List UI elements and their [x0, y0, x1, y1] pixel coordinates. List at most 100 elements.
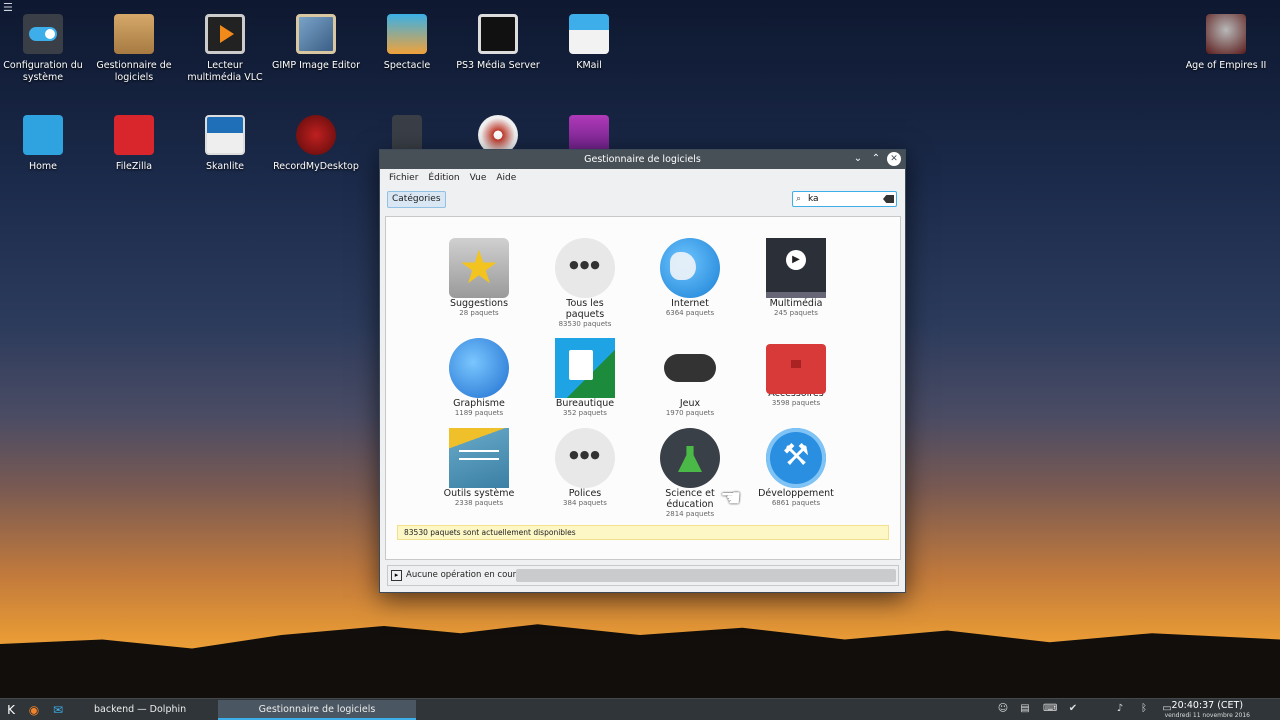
desktop-icon-label: Skanlite [205, 161, 245, 172]
hammer-icon [766, 428, 826, 488]
desktop-icon-label: Gestionnaire de logiciels [96, 60, 172, 83]
star-icon [449, 238, 509, 298]
category-count: 6364 paquets [665, 309, 715, 317]
globe-icon [660, 238, 720, 298]
category-name: Outils système [443, 488, 515, 499]
operation-icon[interactable]: ▸ [391, 570, 402, 581]
menu-aide[interactable]: Aide [496, 173, 516, 185]
operation-progress-bar [516, 569, 896, 582]
category-jeux[interactable]: Jeux 1970 paquets [638, 338, 742, 418]
window-titlebar[interactable]: Gestionnaire de logiciels ⌄ ⌃ ✕ [380, 150, 905, 169]
category-name: Bureautique [555, 398, 615, 409]
desktop-icon-label: FileZilla [115, 161, 153, 172]
category-graphisme[interactable]: Graphisme 1189 paquets [427, 338, 531, 418]
desktop-icon-recordmydesktop[interactable]: RecordMyDesktop [270, 115, 362, 173]
category-polices[interactable]: Polices 384 paquets [533, 428, 637, 508]
device-icon[interactable]: ⌨ [1043, 702, 1057, 716]
desktop-icon-label: Configuration du système [3, 60, 83, 83]
desktop-icon-filezilla[interactable]: FileZilla [88, 115, 180, 173]
vlc-player-icon [205, 14, 245, 54]
clock-time: 20:40:37 (CET) [1171, 700, 1244, 711]
clipboard-icon[interactable]: ▤ [1018, 702, 1032, 716]
category-name: Suggestions [449, 298, 509, 309]
mail-icon [569, 14, 609, 54]
clear-search-icon[interactable] [883, 195, 894, 203]
category-count: 384 paquets [563, 499, 607, 507]
desktop-icon-software-manager[interactable]: Gestionnaire de logiciels [88, 14, 180, 84]
graphics-sphere-icon [449, 338, 509, 398]
search-input[interactable]: ⌕ ka [792, 191, 897, 207]
category-name: Graphisme [453, 398, 505, 409]
update-shield-icon[interactable]: ✔ [1066, 702, 1080, 716]
task-label: Gestionnaire de logiciels [258, 704, 376, 715]
category-name: Jeux [679, 398, 701, 409]
desktop-icon-skanlite[interactable]: Skanlite [179, 115, 271, 173]
menu-fichier[interactable]: Fichier [389, 173, 418, 185]
operation-bar: ▸ Aucune opération en cours [387, 565, 899, 586]
window-title: Gestionnaire de logiciels [584, 154, 701, 165]
category-name: Tous les paquets [565, 298, 605, 320]
taskbar: K ◉ ✉ backend — Dolphin Gestionnaire de … [0, 698, 1280, 720]
category-name: Polices [568, 488, 602, 499]
maximize-icon[interactable]: ⌃ [869, 152, 883, 166]
category-count: 2338 paquets [454, 499, 504, 507]
scanner-icon [205, 115, 245, 155]
category-count: 83530 paquets [558, 320, 612, 328]
category-internet[interactable]: Internet 6364 paquets [638, 238, 742, 318]
hand-cursor-icon: ☚ [720, 484, 742, 512]
toolbar: Catégories ⌕ ka [380, 189, 905, 213]
knight-helmet-icon [1206, 14, 1246, 54]
filezilla-icon [114, 115, 154, 155]
desktop-icon-label: Home [28, 161, 58, 172]
desktop-icon-home[interactable]: Home [0, 115, 89, 173]
desktop-icon-label: RecordMyDesktop [273, 161, 359, 172]
category-count: 6861 paquets [771, 499, 821, 507]
volume-icon[interactable]: ♪ [1113, 702, 1127, 716]
desktop-icon-spectacle[interactable]: Spectacle [361, 14, 453, 72]
firefox-icon[interactable]: ◉ [25, 701, 43, 719]
desktop-icon-configuration[interactable]: Configuration du système [0, 14, 89, 84]
task-software-manager[interactable]: Gestionnaire de logiciels [218, 700, 416, 720]
menubar: Fichier Édition Vue Aide [380, 169, 905, 189]
search-icon: ⌕ [796, 194, 802, 204]
desktop-icon-kmail[interactable]: KMail [543, 14, 635, 72]
minimize-icon[interactable]: ⌄ [851, 152, 865, 166]
category-developpement[interactable]: Développement 6861 paquets [744, 428, 848, 508]
category-multimedia[interactable]: Multimédia 245 paquets [744, 238, 848, 318]
category-name: Internet [671, 298, 709, 309]
bluetooth-icon[interactable]: ᛒ [1137, 702, 1151, 716]
office-document-icon [555, 338, 615, 398]
menu-edition[interactable]: Édition [428, 173, 459, 185]
search-value: ka [808, 194, 819, 204]
categories-button[interactable]: Catégories [387, 191, 446, 208]
user-icon[interactable]: ☺ [996, 702, 1010, 716]
category-count: 3598 paquets [771, 399, 821, 407]
category-all-packages[interactable]: Tous les paquets 83530 paquets [533, 238, 637, 329]
category-bureautique[interactable]: Bureautique 352 paquets [533, 338, 637, 418]
desktop-icon-vlc[interactable]: Lecteur multimédia VLC [179, 14, 271, 84]
menu-vue[interactable]: Vue [470, 173, 487, 185]
desktop-icon-ps3-media-server[interactable]: PS3 Média Server [452, 14, 544, 72]
category-name: Science et éducation [665, 488, 715, 510]
kde-launcher-icon[interactable]: K [2, 701, 20, 719]
desktop-icon-age-of-empires[interactable]: Age of Empires II [1180, 14, 1272, 72]
media-player-icon [766, 238, 826, 298]
desktop-icon-label: Lecteur multimédia VLC [187, 60, 263, 83]
mail-icon[interactable]: ✉ [49, 701, 67, 719]
clock-date: vendredi 11 novembre 2016 [1164, 712, 1250, 719]
package-box-icon [114, 14, 154, 54]
available-packages-message: 83530 paquets sont actuellement disponib… [397, 525, 889, 540]
toolbox-icon [766, 344, 826, 394]
camera-icon [387, 14, 427, 54]
category-count: 1189 paquets [454, 409, 504, 417]
desktop-background-hills [0, 624, 1280, 698]
category-suggestions[interactable]: Suggestions 28 paquets [427, 238, 531, 318]
category-outils-systeme[interactable]: Outils système 2338 paquets [427, 428, 531, 508]
desktop-icon-gimp[interactable]: GIMP Image Editor [270, 14, 362, 72]
category-count: 352 paquets [563, 409, 607, 417]
clock[interactable]: 20:40:37 (CET) vendredi 11 novembre 2016 [1165, 699, 1250, 719]
category-accessoires[interactable]: Accessoires 3598 paquets [744, 338, 848, 408]
operation-status: Aucune opération en cours [406, 570, 521, 580]
close-icon[interactable]: ✕ [887, 152, 901, 166]
record-icon [296, 115, 336, 155]
